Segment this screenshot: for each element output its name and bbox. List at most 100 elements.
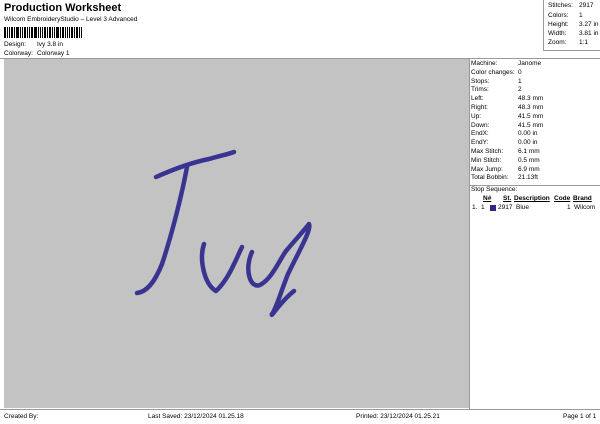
stat-colors: Colors: 1 [548, 12, 583, 19]
stat-value: 3.81 in [579, 30, 599, 37]
detail-value: 6.1 mm [518, 148, 540, 155]
detail-value: 48.3 mm [518, 95, 544, 103]
stat-zoom: Zoom: 1:1 [548, 39, 588, 46]
barcode-bar [7, 27, 8, 38]
detail-row: Left: 48.3 mm [471, 95, 543, 103]
detail-row: Trims: 2 [471, 86, 522, 93]
worksheet-title: Production Worksheet [4, 2, 122, 14]
detail-value: 0.00 in [518, 139, 538, 147]
detail-label: Machine: [471, 60, 498, 67]
detail-value: 41.5 mm [518, 112, 544, 120]
detail-value: 0.5 mm [518, 156, 540, 164]
barcode-bar [54, 27, 55, 38]
barcode-bar [49, 27, 51, 38]
barcode-bar [79, 27, 80, 38]
stat-label: Stitches: [548, 2, 573, 9]
software-subtitle: Wilcom EmbroideryStudio – Level 3 Advanc… [4, 16, 138, 23]
barcode-bar [9, 27, 10, 38]
col-code: Code [554, 195, 571, 202]
stat-label: Height: [548, 21, 569, 28]
seq-st: 2917 [498, 204, 513, 211]
barcode-bar [65, 27, 66, 38]
stroke-y [246, 221, 312, 318]
detail-label: Stops: [471, 77, 490, 85]
detail-value: 1 [518, 77, 522, 85]
stat-value: 1:1 [579, 39, 589, 46]
colorway-label: Colorway: [4, 50, 33, 57]
stats-box: Stitches: 2917 Colors: 1 Height: 3.27 in Wi… [543, 0, 600, 51]
stroke-v [199, 241, 245, 294]
detail-row: Max Stitch: 6.1 mm [471, 148, 540, 155]
detail-row: Right: 48.3 mm [471, 104, 543, 111]
seq-description: Blue [516, 204, 530, 211]
barcode-bar [27, 27, 28, 38]
stat-label: Width: [548, 30, 567, 37]
barcode-bar [40, 27, 41, 38]
barcode-bar [47, 27, 48, 38]
detail-label: Left: [471, 95, 484, 103]
footer-divider [0, 409, 600, 410]
detail-label: Down: [471, 121, 490, 129]
color-swatch [490, 205, 496, 211]
detail-row: Total Bobbin: 21.13ft [471, 174, 538, 181]
stat-label: Zoom: [548, 39, 567, 46]
detail-value: 41.5 mm [518, 121, 544, 129]
detail-value: 0.00 in [518, 130, 538, 138]
colorway-value: Colorway 1 [37, 50, 70, 57]
seq-index: 1. [472, 204, 478, 211]
barcode-bar [52, 27, 53, 38]
footer-page: Page 1 of 1 [563, 413, 597, 420]
barcode-bar [38, 27, 39, 38]
detail-value: 48.3 mm [518, 104, 544, 111]
detail-row: Stops: 1 [471, 77, 522, 85]
barcode-bar [60, 27, 61, 38]
barcode-bar [20, 27, 21, 38]
design-label: Design: [4, 41, 27, 48]
seq-code: 1 [567, 204, 571, 211]
barcode-bar [69, 27, 70, 38]
barcode-bar [71, 27, 73, 38]
detail-row: EndY: 0.00 in [471, 139, 538, 147]
col-description: Description [514, 195, 550, 202]
stat-stitches: Stitches: 2917 [548, 2, 593, 9]
stat-width: Width: 3.81 in [548, 30, 599, 37]
detail-label: Right: [471, 104, 488, 111]
detail-row: Color changes: 0 [471, 68, 522, 76]
barcode [4, 27, 88, 38]
design-row: Design: Ivy 3.8 in [4, 41, 63, 48]
detail-value: 21.13ft [518, 174, 538, 182]
detail-value: 6.9 mm [518, 165, 540, 173]
detail-row: Min Stitch: 0.5 mm [471, 156, 540, 164]
detail-label: Max Jump: [471, 165, 503, 173]
barcode-bar [67, 27, 68, 38]
detail-label: Up: [471, 112, 482, 120]
seq-brand: Wilcom [574, 204, 596, 211]
barcode-bar [11, 27, 13, 38]
detail-row: Machine: Janome [471, 60, 541, 67]
barcode-bar [4, 27, 6, 38]
footer-last-saved: Last Saved: 23/12/2024 01.25.18 [148, 413, 244, 420]
stat-value: 3.27 in [579, 21, 599, 28]
barcode-bar [14, 27, 15, 38]
barcode-bar [29, 27, 30, 38]
detail-label: EndY: [471, 139, 489, 147]
detail-label: EndX: [471, 130, 489, 138]
detail-value: 0 [518, 68, 522, 76]
detail-row: Down: 41.5 mm [471, 121, 543, 129]
barcode-bar [74, 27, 75, 38]
barcode-bar [24, 27, 26, 38]
detail-value: 2 [518, 86, 522, 94]
detail-label: Min Stitch: [471, 156, 502, 164]
barcode-bar [31, 27, 33, 38]
col-num: N# [483, 195, 492, 202]
design-value: Ivy 3.8 in [37, 41, 64, 48]
detail-label: Color changes: [471, 68, 515, 76]
barcode-bar [81, 27, 82, 38]
stat-value: 1 [579, 12, 583, 19]
detail-row: Up: 41.5 mm [471, 112, 543, 120]
embroidery-design [134, 149, 312, 318]
barcode-bar [56, 27, 59, 38]
design-canvas [4, 59, 469, 408]
stat-label: Colors: [548, 12, 569, 19]
detail-value: Janome [518, 60, 542, 67]
